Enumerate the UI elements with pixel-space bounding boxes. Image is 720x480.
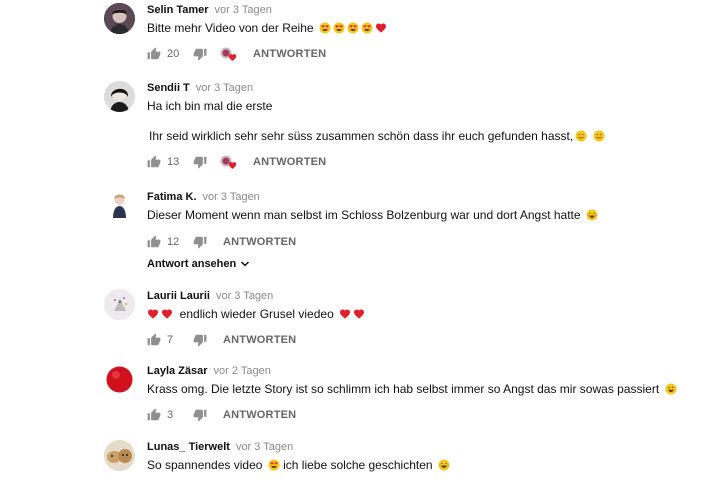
comment-text-line: Ihr seid wirklich sehr sehr süss zusamme… bbox=[147, 128, 704, 144]
like-count: 20 bbox=[167, 48, 180, 60]
red-heart-emoji-icon bbox=[375, 22, 387, 34]
comment-author[interactable]: Laurii Laurii bbox=[147, 290, 210, 302]
dislike-button[interactable] bbox=[193, 155, 207, 169]
heart-eyes-emoji-icon bbox=[361, 22, 373, 34]
comment-author[interactable]: Sendii T bbox=[147, 82, 190, 94]
like-count: 12 bbox=[167, 236, 180, 248]
comment-time[interactable]: vor 2 Tagen bbox=[214, 365, 271, 377]
reply-button[interactable]: ANTWORTEN bbox=[253, 156, 326, 168]
comment-actions: 20 ANTWORTEN bbox=[147, 46, 704, 62]
comment-author[interactable]: Selin Tamer bbox=[147, 4, 209, 16]
red-heart-emoji-icon bbox=[147, 308, 159, 320]
smile-emoji-icon bbox=[593, 130, 605, 142]
comment-body: Layla Zäsar vor 2 Tagen Krass omg. Die le… bbox=[147, 364, 704, 423]
grinning-sweat-emoji-icon bbox=[665, 383, 677, 395]
avatar[interactable] bbox=[104, 3, 135, 34]
avatar[interactable] bbox=[104, 440, 135, 471]
like-count: 3 bbox=[167, 409, 174, 421]
thumb-down-icon bbox=[193, 408, 207, 422]
like-button[interactable] bbox=[147, 333, 161, 347]
crying-laughing-emoji-icon bbox=[438, 459, 450, 471]
like-button[interactable] bbox=[147, 235, 161, 249]
comment-time[interactable]: vor 3 Tagen bbox=[196, 82, 253, 94]
comment-body: Laurii Laurii vor 3 Tagen endlich wieder … bbox=[147, 289, 704, 348]
heart-eyes-emoji-icon bbox=[347, 22, 359, 34]
crying-laughing-emoji-icon bbox=[586, 209, 598, 221]
like-button[interactable] bbox=[147, 155, 161, 169]
like-count: 7 bbox=[167, 334, 174, 346]
comment-body: Fatima K. vor 3 Tagen Dieser Moment wenn … bbox=[147, 190, 704, 250]
avatar[interactable] bbox=[104, 289, 135, 320]
comment-time[interactable]: vor 3 Tagen bbox=[203, 191, 260, 203]
reply-button[interactable]: ANTWORTEN bbox=[223, 236, 296, 248]
creator-heart-icon bbox=[219, 154, 237, 170]
thumb-up-icon bbox=[147, 408, 161, 422]
avatar[interactable] bbox=[104, 81, 135, 112]
like-count: 13 bbox=[167, 156, 180, 168]
thumb-up-icon bbox=[147, 235, 161, 249]
smile-emoji-icon bbox=[575, 130, 587, 142]
comment-body: Sendii T vor 3 Tagen Ha ich bin mal die e… bbox=[147, 81, 704, 170]
comment-actions: 3 ANTWORTEN bbox=[147, 407, 704, 423]
thumb-down-icon bbox=[193, 333, 207, 347]
dislike-button[interactable] bbox=[193, 333, 207, 347]
red-heart-emoji-icon bbox=[339, 308, 351, 320]
like-button[interactable] bbox=[147, 47, 161, 61]
comment-author[interactable]: Fatima K. bbox=[147, 191, 197, 203]
view-replies-label: Antwort ansehen bbox=[147, 258, 237, 270]
reply-button[interactable]: ANTWORTEN bbox=[223, 409, 296, 421]
dislike-button[interactable] bbox=[193, 235, 207, 249]
comment-text: Bitte mehr Video von der Reihe bbox=[147, 20, 704, 36]
comment-time[interactable]: vor 3 Tagen bbox=[236, 441, 293, 453]
red-heart-emoji-icon bbox=[353, 308, 365, 320]
comment-author[interactable]: Lunas_ Tierwelt bbox=[147, 441, 230, 453]
reply-button[interactable]: ANTWORTEN bbox=[223, 334, 296, 346]
comment-body: Selin Tamer vor 3 Tagen Bitte mehr Video … bbox=[147, 3, 704, 62]
comment-time[interactable]: vor 3 Tagen bbox=[216, 290, 273, 302]
avatar[interactable] bbox=[104, 190, 135, 221]
comment-actions: 13 ANTWORTEN bbox=[147, 154, 704, 170]
comment-body: Lunas_ Tierwelt vor 3 Tagen So spannendes… bbox=[147, 440, 704, 473]
heart-eyes-emoji-icon bbox=[319, 22, 331, 34]
creator-heart-icon bbox=[219, 46, 237, 62]
thumb-up-icon bbox=[147, 155, 161, 169]
thumb-down-icon bbox=[193, 155, 207, 169]
thumb-down-icon bbox=[193, 235, 207, 249]
thumb-up-icon bbox=[147, 333, 161, 347]
avatar[interactable] bbox=[104, 364, 135, 395]
like-button[interactable] bbox=[147, 408, 161, 422]
comment-time[interactable]: vor 3 Tagen bbox=[215, 4, 272, 16]
comment-text: endlich wieder Grusel viedeo bbox=[147, 306, 704, 322]
heart-eyes-emoji-icon bbox=[333, 22, 345, 34]
thumb-up-icon bbox=[147, 47, 161, 61]
comment-text: Dieser Moment wenn man selbst im Schloss… bbox=[147, 207, 704, 223]
comment-actions: 7 ANTWORTEN bbox=[147, 332, 704, 348]
heart-eyes-emoji-icon bbox=[268, 459, 280, 471]
comment-actions: 12 ANTWORTEN bbox=[147, 234, 704, 250]
red-heart-emoji-icon bbox=[161, 308, 173, 320]
comment-text: Ha ich bin mal die erste bbox=[147, 99, 273, 113]
reply-button[interactable]: ANTWORTEN bbox=[253, 48, 326, 60]
comment-text: So spannendes video ich liebe solche ges… bbox=[147, 457, 704, 473]
dislike-button[interactable] bbox=[193, 408, 207, 422]
chevron-down-icon bbox=[241, 261, 250, 267]
comment-text: Krass omg. Die letzte Story ist so schli… bbox=[147, 381, 704, 397]
comment-author[interactable]: Layla Zäsar bbox=[147, 365, 208, 377]
dislike-button[interactable] bbox=[193, 47, 207, 61]
thumb-down-icon bbox=[193, 47, 207, 61]
view-replies-button[interactable]: Antwort ansehen bbox=[147, 258, 250, 270]
